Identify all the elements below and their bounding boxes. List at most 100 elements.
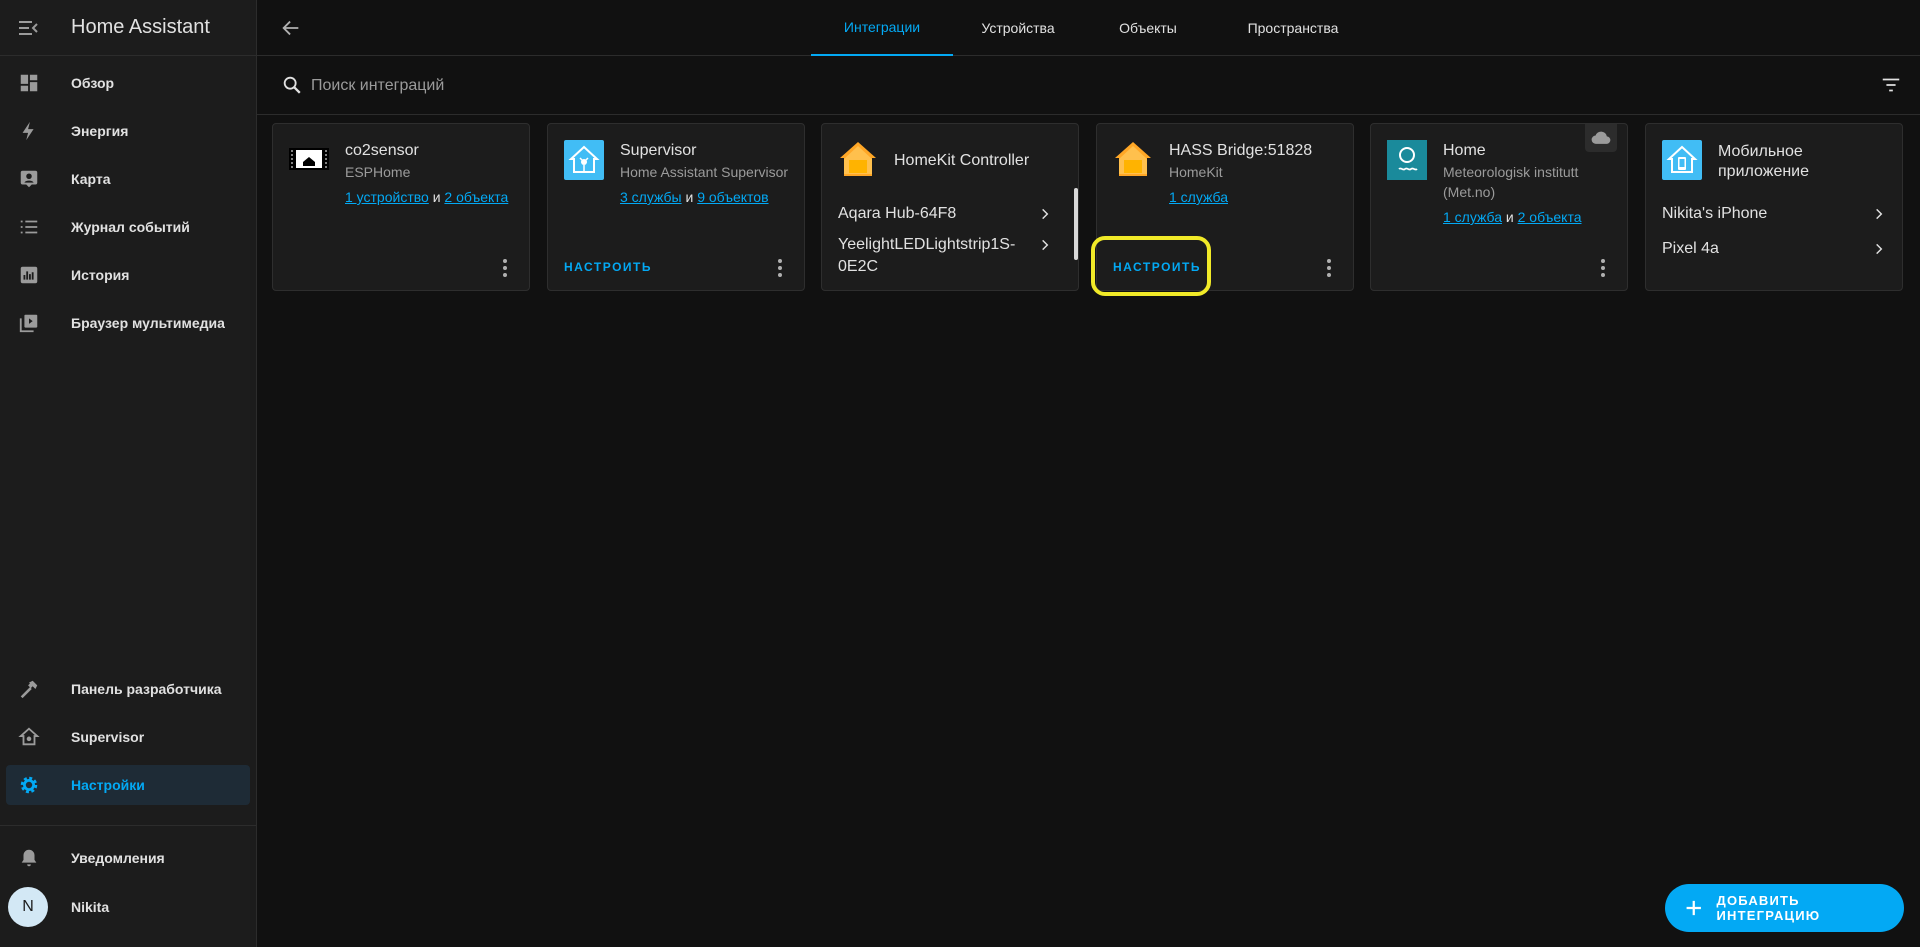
tab-devices[interactable]: Устройства <box>953 0 1083 56</box>
sidebar-item-label: Уведомления <box>71 850 165 866</box>
integration-card-mobile-app[interactable]: Мобильное приложение Nikita's iPhone Pixe… <box>1645 123 1903 291</box>
card-links: 1 устройство и 2 объекта <box>345 189 508 205</box>
sidebar-item-label: Обзор <box>71 75 115 91</box>
card-subtitle: Meteorologisk institutt (Met.no) <box>1443 164 1579 200</box>
device-row[interactable]: Aqara Hub-64F8 <box>838 205 1052 223</box>
sidebar-item-profile[interactable]: N Nikita <box>6 887 250 927</box>
device-name: YeelightLEDLightstrip1S- 0E2C <box>838 236 1016 275</box>
back-arrow-icon[interactable] <box>271 8 311 48</box>
map-icon <box>9 168 49 190</box>
scrollbar[interactable] <box>1074 188 1078 260</box>
sidebar-divider <box>0 825 256 826</box>
gear-icon <box>9 774 49 796</box>
sidebar-item-map[interactable]: Карта <box>6 159 250 199</box>
sidebar-item-label: Энергия <box>71 123 129 139</box>
configure-button[interactable]: НАСТРОИТЬ <box>564 260 652 274</box>
card-menu-icon[interactable] <box>1593 256 1613 280</box>
integration-card-supervisor[interactable]: Supervisor Home Assistant Supervisor 3 с… <box>547 123 805 291</box>
sidebar-item-settings[interactable]: Настройки <box>6 765 250 805</box>
card-menu-icon[interactable] <box>1319 256 1339 280</box>
services-link[interactable]: 1 служба <box>1169 189 1228 205</box>
mobile-app-logo-icon <box>1662 140 1702 180</box>
plus-icon <box>1686 900 1701 916</box>
sidebar-item-notifications[interactable]: Уведомления <box>6 838 250 878</box>
tab-integrations[interactable]: Интеграции <box>811 0 953 56</box>
met-logo-icon <box>1387 140 1427 180</box>
sidebar-item-history[interactable]: История <box>6 255 250 295</box>
card-subtitle: ESPHome <box>345 164 411 180</box>
entities-link[interactable]: 2 объекта <box>1518 209 1582 225</box>
card-links: 1 служба и 2 объекта <box>1443 209 1582 225</box>
sidebar-header: Home Assistant <box>0 0 256 56</box>
sidebar-item-media[interactable]: Браузер мультимедиа <box>6 303 250 343</box>
top-bar: Интеграции Устройства Объекты Пространст… <box>257 0 1920 56</box>
card-menu-icon[interactable] <box>495 256 515 280</box>
sidebar-item-logbook[interactable]: Журнал событий <box>6 207 250 247</box>
device-name: Nikita's iPhone <box>1662 205 1768 222</box>
device-row[interactable]: Nikita's iPhone <box>1662 205 1886 223</box>
sidebar-item-label: Supervisor <box>71 729 145 745</box>
device-name: Aqara Hub-64F8 <box>838 205 957 222</box>
card-links: 3 службы и 9 объектов <box>620 189 769 205</box>
esphome-logo-icon <box>289 140 329 180</box>
integration-card-home[interactable]: Home Meteorologisk institutt (Met.no) 1 с… <box>1370 123 1628 291</box>
sidebar-item-supervisor[interactable]: Supervisor <box>6 717 250 757</box>
card-title: co2sensor <box>345 142 419 159</box>
chevron-right-icon <box>1042 208 1049 220</box>
devices-link[interactable]: 1 устройство <box>345 189 429 205</box>
device-row[interactable]: YeelightLEDLightstrip1S- 0E2C <box>838 234 1052 278</box>
app-root: Home Assistant Обзор Энергия Карта Журна… <box>0 0 1920 947</box>
services-link[interactable]: 1 служба <box>1443 209 1502 225</box>
integration-card-co2sensor[interactable]: co2sensor ESPHome 1 устройство и 2 объек… <box>272 123 530 291</box>
sidebar-item-label: Панель разработчика <box>71 681 222 697</box>
tab-entities[interactable]: Объекты <box>1083 0 1213 56</box>
entities-link[interactable]: 9 объектов <box>697 189 768 205</box>
hammer-icon <box>9 678 49 700</box>
logbook-icon <box>9 216 49 238</box>
sidebar-item-label: Браузер мультимедиа <box>71 315 225 331</box>
integration-card-homekit-controller[interactable]: HomeKit Controller Aqara Hub-64F8 Yeelig… <box>821 123 1079 291</box>
bell-icon <box>9 847 49 869</box>
device-row[interactable]: Pixel 4a <box>1662 240 1886 258</box>
search-icon <box>281 74 303 101</box>
card-title: HomeKit Controller <box>894 152 1030 169</box>
filter-icon[interactable] <box>1880 74 1902 101</box>
app-title: Home Assistant <box>71 16 210 38</box>
supervisor-icon <box>9 726 49 748</box>
link-joiner: и <box>432 189 441 205</box>
sidebar-item-energy[interactable]: Энергия <box>6 111 250 151</box>
dashboard-icon <box>9 72 49 94</box>
add-integration-button[interactable]: ДОБАВИТЬ ИНТЕГРАЦИЮ <box>1665 884 1904 932</box>
card-menu-icon[interactable] <box>770 256 790 280</box>
sidebar-item-label: Настройки <box>71 777 145 793</box>
card-title: HASS Bridge:51828 <box>1169 142 1313 159</box>
entities-link[interactable]: 2 объекта <box>444 189 508 205</box>
homekit-logo-icon <box>838 140 878 180</box>
lightning-icon <box>9 120 49 142</box>
home-assistant-logo-icon <box>564 140 604 180</box>
chevron-right-icon <box>1876 243 1883 255</box>
tab-areas[interactable]: Пространства <box>1213 0 1373 56</box>
sidebar-item-developer[interactable]: Панель разработчика <box>6 669 250 709</box>
card-links: 1 служба <box>1169 189 1228 205</box>
chevron-right-icon <box>1042 239 1049 251</box>
card-title: Home <box>1443 142 1486 159</box>
link-joiner: и <box>1505 209 1514 225</box>
sidebar-item-label: История <box>71 267 130 283</box>
chevron-right-icon <box>1876 208 1883 220</box>
link-joiner: и <box>685 189 694 205</box>
menu-collapse-icon[interactable] <box>0 0 56 56</box>
history-icon <box>9 264 49 286</box>
cloud-icon <box>1585 124 1617 152</box>
user-name: Nikita <box>71 899 110 915</box>
search-input[interactable] <box>311 71 911 101</box>
card-subtitle: HomeKit <box>1169 164 1223 180</box>
card-title: Мобильное приложение <box>1718 143 1810 180</box>
search-bar <box>257 57 1920 115</box>
services-link[interactable]: 3 службы <box>620 189 682 205</box>
sidebar-item-overview[interactable]: Обзор <box>6 63 250 103</box>
card-title: Supervisor <box>620 142 697 159</box>
avatar: N <box>8 887 48 927</box>
sidebar-item-label: Журнал событий <box>71 219 190 235</box>
media-icon <box>9 312 49 334</box>
